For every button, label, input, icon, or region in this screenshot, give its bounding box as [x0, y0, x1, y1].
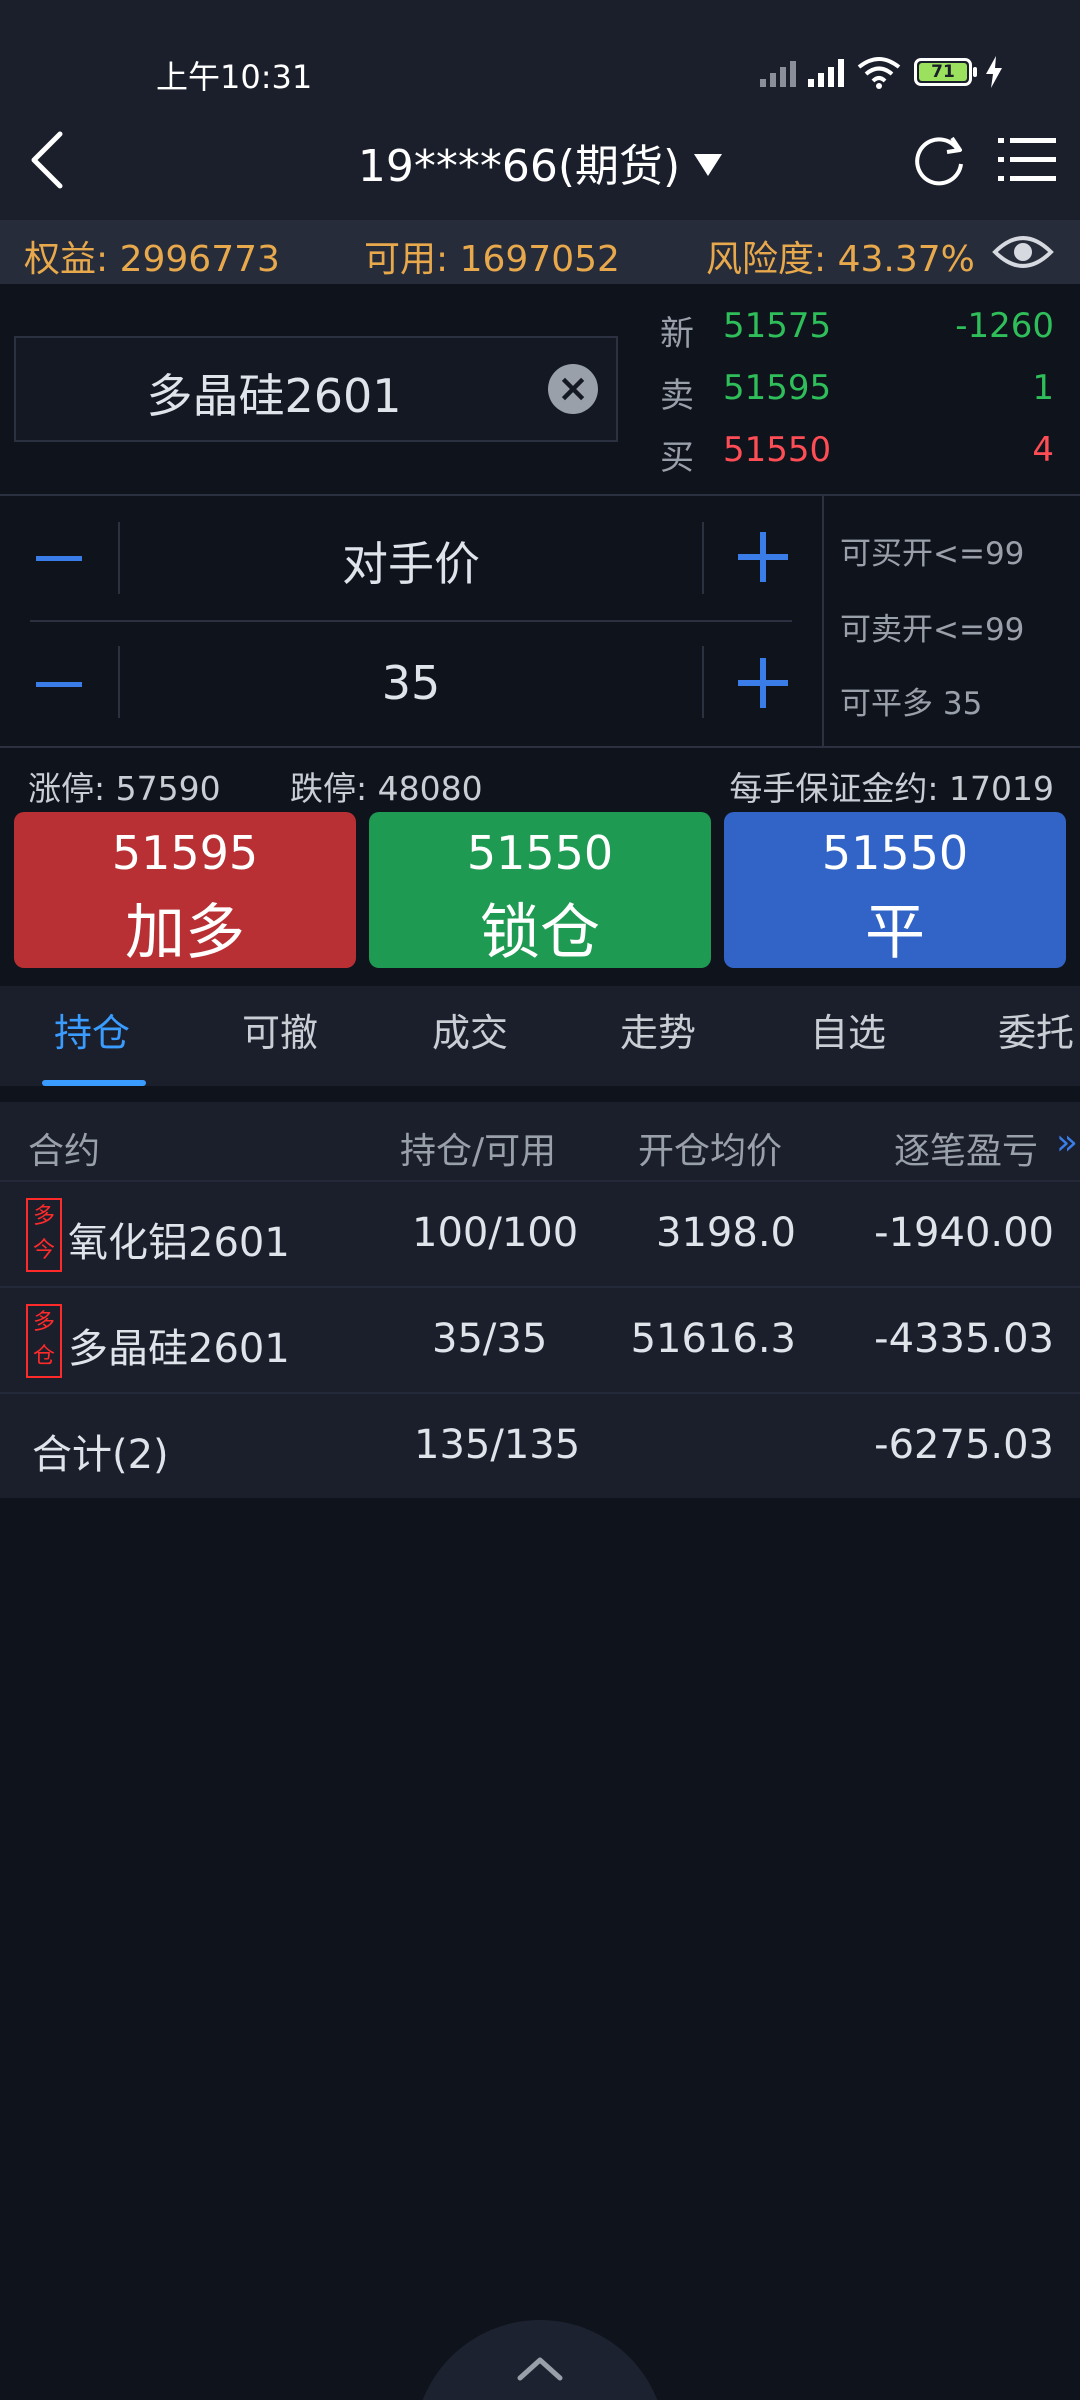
battery-icon: 71 [914, 58, 977, 86]
chevron-right-icon[interactable]: » [1056, 1122, 1078, 1163]
tab-bar [0, 986, 1080, 1086]
total-qty: 135/135 [414, 1422, 581, 1468]
close-position-button[interactable]: 51550 平 [724, 812, 1066, 968]
header-avg-price: 开仓均价 [638, 1131, 783, 1172]
add-long-label: 加多 [125, 898, 245, 968]
tab-trend[interactable]: 走势 [620, 1002, 696, 1057]
divider [702, 522, 704, 594]
chevron-up-icon [517, 2357, 563, 2381]
header-qty: 持仓/可用 [400, 1131, 557, 1172]
charging-icon [986, 56, 1002, 88]
row-contract: 氧化铝2601 [68, 1220, 290, 1266]
tab-trades[interactable]: 成交 [432, 1002, 508, 1057]
header-pnl: 逐笔盈亏 [894, 1131, 1039, 1172]
row-qty: 35/35 [432, 1316, 548, 1362]
qty-increase-button[interactable] [738, 658, 788, 708]
close-label: 平 [865, 898, 925, 968]
limit-up-text: 涨停: 57590 [28, 769, 221, 808]
contract-name: 多晶硅2601 [146, 369, 402, 423]
divider [118, 646, 120, 718]
badge-type: 仓 [32, 1344, 55, 1369]
tab-watchlist[interactable]: 自选 [810, 1002, 886, 1057]
divider [702, 646, 704, 718]
ask-label: 卖 [660, 376, 694, 416]
divider [822, 496, 824, 748]
last-label: 新 [660, 314, 694, 354]
header-contract: 合约 [28, 1131, 101, 1172]
battery-level: 71 [919, 63, 967, 81]
divider [0, 494, 1080, 496]
total-label: 合计(2) [32, 1432, 169, 1478]
menu-list-icon[interactable] [998, 132, 1058, 188]
badge-direction: 多 [32, 1204, 55, 1229]
divider [0, 746, 1080, 748]
row-pnl: -1940.00 [874, 1210, 1054, 1256]
last-price: 51575 [723, 306, 832, 346]
status-icons: 71 [760, 52, 1004, 92]
position-badge: 多 今 [26, 1198, 62, 1272]
add-long-price: 51595 [111, 826, 259, 880]
price-type-field[interactable]: 对手价 [122, 528, 700, 594]
badge-direction: 多 [32, 1310, 55, 1335]
divider [30, 620, 792, 622]
bid-label: 买 [660, 438, 694, 478]
row-avg-price: 51616.3 [630, 1316, 796, 1362]
risk-text: 风险度: 43.37% [706, 239, 975, 280]
position-badge: 多 仓 [26, 1304, 62, 1378]
caret-down-icon [694, 154, 723, 176]
wifi-icon [857, 57, 901, 89]
can-close-long: 可平多 35 [840, 686, 983, 722]
divider [0, 1392, 1080, 1394]
clear-icon[interactable]: × [548, 364, 598, 414]
row-avg-price: 3198.0 [656, 1210, 796, 1256]
equity-text: 权益: 2996773 [24, 239, 280, 280]
row-contract: 多晶硅2601 [68, 1326, 290, 1372]
limit-down-text: 跌停: 48080 [290, 769, 483, 808]
status-time: 上午10:31 [156, 58, 313, 96]
last-change: -1260 [955, 306, 1054, 346]
account-title: 19****66(期货) [357, 141, 681, 192]
lock-price: 51550 [466, 826, 614, 880]
tab-orders[interactable]: 委托 [998, 1002, 1074, 1057]
quantity-field[interactable]: 35 [122, 656, 700, 710]
lock-position-button[interactable]: 51550 锁仓 [369, 812, 711, 968]
add-long-button[interactable]: 51595 加多 [14, 812, 356, 968]
qty-decrease-button[interactable] [36, 682, 82, 687]
available-text: 可用: 1697052 [364, 239, 620, 280]
active-tab-indicator [42, 1080, 146, 1086]
signal-weak-icon [760, 57, 796, 87]
tab-cancelable[interactable]: 可撤 [242, 1002, 318, 1057]
price-decrease-button[interactable] [36, 556, 82, 561]
price-increase-button[interactable] [738, 532, 788, 582]
plus-icon-stem [760, 532, 766, 582]
can-buy-open: 可买开<=99 [840, 536, 1025, 572]
lock-label: 锁仓 [480, 898, 600, 968]
row-pnl: -4335.03 [874, 1316, 1054, 1362]
refresh-icon[interactable] [912, 132, 968, 188]
signal-icon [808, 57, 844, 87]
can-sell-open: 可卖开<=99 [840, 612, 1025, 648]
row-qty: 100/100 [412, 1210, 579, 1256]
bid-volume: 4 [1032, 430, 1054, 470]
bid-price[interactable]: 51550 [723, 430, 831, 470]
divider [118, 522, 120, 594]
eye-icon[interactable] [992, 230, 1054, 274]
tab-positions[interactable]: 持仓 [54, 1002, 130, 1057]
close-price: 51550 [821, 826, 969, 880]
margin-text: 每手保证金约: 17019 [729, 769, 1054, 808]
plus-icon-stem [760, 658, 766, 708]
ask-volume: 1 [1032, 368, 1054, 408]
total-pnl: -6275.03 [874, 1422, 1054, 1468]
ask-price[interactable]: 51595 [723, 368, 831, 408]
badge-type: 今 [32, 1238, 55, 1263]
